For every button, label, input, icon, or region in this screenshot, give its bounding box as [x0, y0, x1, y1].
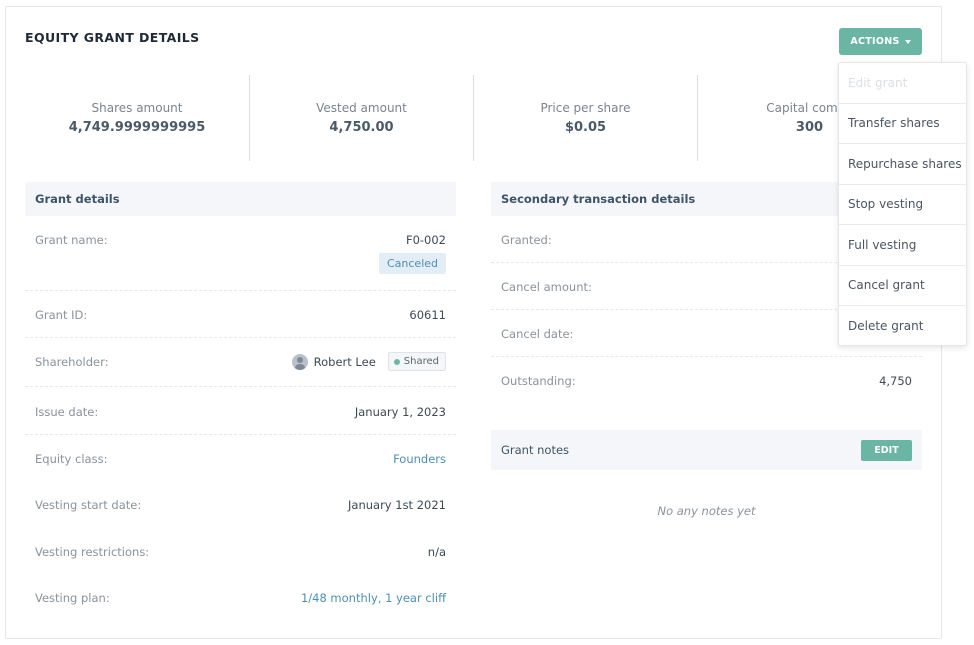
status-dot-icon: [393, 358, 400, 365]
cancel-date-label: Cancel date:: [501, 327, 574, 341]
actions-button-label: ACTIONS: [850, 36, 900, 47]
equity-class-label: Equity class:: [35, 452, 108, 466]
vesting-restrictions-value: n/a: [427, 545, 446, 559]
vesting-start-row: Vesting start date: January 1st 2021: [25, 481, 456, 527]
issue-date-row: Issue date: January 1, 2023: [25, 387, 456, 435]
equity-class-row: Equity class: Founders: [25, 435, 456, 481]
vesting-start-value: January 1st 2021: [348, 498, 446, 512]
vesting-plan-row: Vesting plan: 1/48 monthly, 1 year cliff: [25, 573, 456, 619]
page-title: EQUITY GRANT DETAILS: [25, 30, 200, 45]
grant-notes-header: Grant notes EDIT: [491, 430, 922, 470]
stat-shares-amount: Shares amount 4,749.9999999995: [25, 75, 249, 161]
outstanding-value: 4,750: [879, 374, 912, 388]
shared-badge-label: Shared: [403, 356, 439, 367]
issue-date-value: January 1, 2023: [354, 405, 446, 419]
granted-label: Granted:: [501, 233, 552, 247]
shareholder-value[interactable]: Robert Lee Shared: [291, 352, 446, 371]
stat-value: 4,749.9999999995: [68, 120, 206, 135]
avatar: [291, 353, 308, 370]
grant-notes-panel: Grant notes EDIT No any notes yet: [491, 430, 922, 518]
grant-details-panel: Grant details Grant name: F0-002 Cancele…: [25, 182, 456, 619]
menu-item-edit-grant[interactable]: Edit grant: [839, 63, 966, 104]
actions-button[interactable]: ACTIONS: [839, 28, 922, 55]
shareholder-label: Shareholder:: [35, 355, 109, 369]
grant-name-value: F0-002: [405, 233, 446, 247]
vesting-start-label: Vesting start date:: [35, 498, 142, 512]
notes-empty-state: No any notes yet: [657, 504, 756, 518]
menu-item-repurchase-shares[interactable]: Repurchase shares: [839, 144, 966, 185]
stat-label: Price per share: [540, 101, 631, 115]
stats-bar: Shares amount 4,749.9999999995 Vested am…: [25, 75, 923, 161]
menu-item-transfer-shares[interactable]: Transfer shares: [839, 104, 966, 144]
stat-value: $0.05: [564, 120, 607, 135]
outstanding-row: Outstanding: 4,750: [491, 357, 922, 404]
shareholder-name[interactable]: Robert Lee: [314, 355, 376, 369]
grant-details-header: Grant details: [25, 182, 456, 216]
equity-class-link[interactable]: Founders: [393, 452, 446, 466]
menu-item-full-vesting[interactable]: Full vesting: [839, 225, 966, 266]
menu-item-stop-vesting[interactable]: Stop vesting: [839, 185, 966, 225]
stat-label: Shares amount: [91, 101, 183, 115]
menu-item-delete-grant[interactable]: Delete grant: [839, 306, 966, 345]
actions-dropdown-menu: Edit grant Transfer shares Repurchase sh…: [838, 62, 967, 346]
stat-price-per-share: Price per share $0.05: [473, 75, 697, 161]
equity-grant-card: EQUITY GRANT DETAILS ACTIONS Shares amou…: [5, 6, 942, 639]
stat-label: Vested amount: [316, 101, 407, 115]
edit-notes-button[interactable]: EDIT: [861, 439, 912, 461]
outstanding-label: Outstanding:: [501, 374, 576, 388]
vesting-plan-link[interactable]: 1/48 monthly, 1 year cliff: [301, 591, 446, 605]
grant-name-label: Grant name:: [35, 233, 108, 247]
stat-vested-amount: Vested amount 4,750.00: [249, 75, 473, 161]
shareholder-row: Shareholder: Robert Lee Shared: [25, 338, 456, 387]
issue-date-label: Issue date:: [35, 405, 99, 419]
menu-item-cancel-grant[interactable]: Cancel grant: [839, 266, 966, 306]
caret-down-icon: [904, 40, 911, 44]
grant-id-row: Grant ID: 60611: [25, 291, 456, 338]
vesting-restrictions-label: Vesting restrictions:: [35, 545, 150, 559]
cancel-amount-label: Cancel amount:: [501, 280, 592, 294]
grant-id-value: 60611: [409, 308, 446, 322]
grant-name-row: Grant name: F0-002 Canceled: [25, 216, 456, 291]
stat-value: 4,750.00: [329, 120, 394, 135]
grant-notes-title: Grant notes: [501, 443, 570, 457]
grant-id-label: Grant ID:: [35, 308, 88, 322]
vesting-restrictions-row: Vesting restrictions: n/a: [25, 527, 456, 573]
vesting-plan-label: Vesting plan:: [35, 591, 110, 605]
status-badge: Canceled: [378, 253, 446, 274]
shared-badge: Shared: [387, 352, 446, 371]
